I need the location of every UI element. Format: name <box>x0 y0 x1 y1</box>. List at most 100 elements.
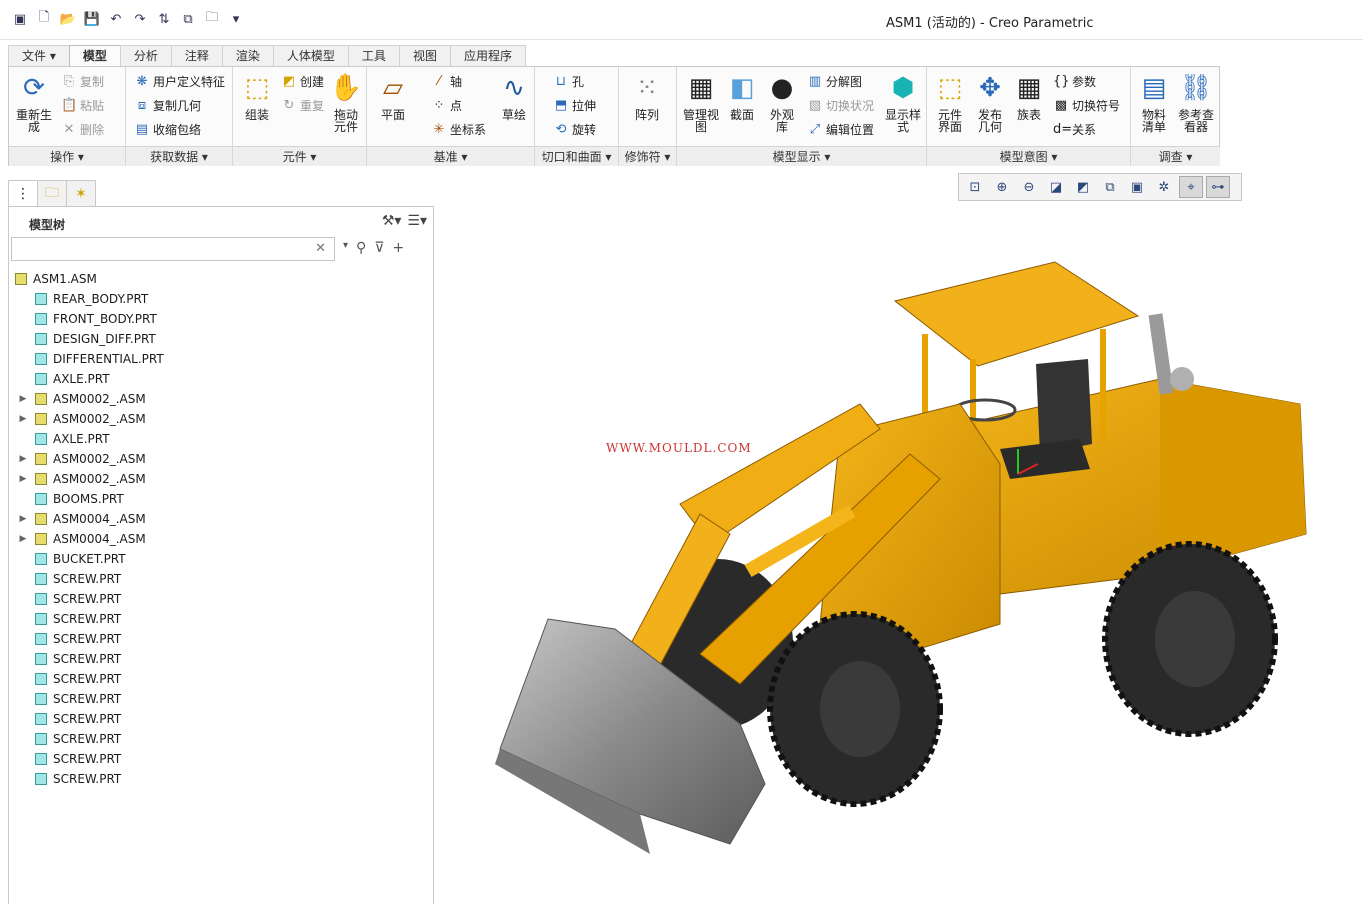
group-label-modifiers[interactable]: 修饰符 ▾ <box>619 146 676 166</box>
group-label-model-display[interactable]: 模型显示 ▾ <box>677 146 926 166</box>
tab-8[interactable]: 应用程序 <box>449 45 526 66</box>
family-table-button[interactable]: ▦ 族表 <box>1011 71 1047 121</box>
component-interface-button[interactable]: ⬚ 元件界面 <box>931 71 969 133</box>
redo-icon[interactable]: ↷ <box>130 9 150 29</box>
section-button[interactable]: ◧ 截面 <box>725 71 759 121</box>
expand-arrow-icon[interactable]: ▶ <box>17 474 29 484</box>
customize-qat-icon[interactable]: ▾ <box>226 9 246 29</box>
tab-7[interactable]: 视图 <box>398 45 451 66</box>
group-label-operations[interactable]: 操作 ▾ <box>9 146 125 166</box>
tree-row[interactable]: BUCKET.PRT <box>9 549 433 569</box>
toggle-symbols-button[interactable]: ▩ 切换符号 <box>1053 97 1120 114</box>
revolve-button[interactable]: ⟲ 旋转 <box>553 121 596 138</box>
parameters-button[interactable]: {} 参数 <box>1053 73 1096 90</box>
tab-3[interactable]: 注释 <box>170 45 223 66</box>
group-label-cuts-surfaces[interactable]: 切口和曲面 ▾ <box>535 146 618 166</box>
save-icon[interactable]: 💾 <box>82 9 102 29</box>
copy-geometry-button[interactable]: ⧈ 复制几何 <box>134 97 201 114</box>
tree-row[interactable]: SCREW.PRT <box>9 649 433 669</box>
tree-row[interactable]: SCREW.PRT <box>9 569 433 589</box>
annotation-display-icon[interactable]: ⊶ <box>1206 176 1230 198</box>
copy-button[interactable]: ⎘ 复制 <box>61 73 104 90</box>
close-window-icon[interactable]: 🗀 <box>202 9 222 29</box>
exploded-view-button[interactable]: ▥ 分解图 <box>807 73 862 90</box>
tree-row[interactable]: SCREW.PRT <box>9 769 433 789</box>
dropdown-icon[interactable]: ▾ <box>343 240 348 256</box>
delete-button[interactable]: ✕ 删除 <box>61 121 104 138</box>
tree-row[interactable]: SCREW.PRT <box>9 709 433 729</box>
reference-viewer-button[interactable]: ⛓ 参考查看器 <box>1175 71 1217 133</box>
zoom-out-icon[interactable]: ⊖ <box>1017 176 1041 198</box>
edit-position-button[interactable]: ⤢ 编辑位置 <box>807 121 874 138</box>
plane-button[interactable]: ▱ 平面 <box>375 71 411 121</box>
toggle-status-button[interactable]: ▧ 切换状况 <box>807 97 874 114</box>
extrude-button[interactable]: ⬒ 拉伸 <box>553 97 596 114</box>
tree-row[interactable]: REAR_BODY.PRT <box>9 289 433 309</box>
tab-4[interactable]: 渲染 <box>221 45 274 66</box>
search-input[interactable]: ✕ <box>11 237 335 261</box>
favorites-tab[interactable]: ✶ <box>66 180 96 207</box>
tree-row[interactable]: ▶ ASM0002_.ASM <box>9 449 433 469</box>
tree-row[interactable]: ▶ ASM0002_.ASM <box>9 409 433 429</box>
tree-row[interactable]: ▶ ASM0004_.ASM <box>9 509 433 529</box>
expand-arrow-icon[interactable]: ▶ <box>17 454 29 464</box>
expand-arrow-icon[interactable]: ▶ <box>17 534 29 544</box>
tab-5[interactable]: 人体模型 <box>272 45 349 66</box>
paste-button[interactable]: 📋 粘贴 <box>61 97 104 114</box>
shrinkwrap-button[interactable]: ▤ 收缩包络 <box>134 121 201 138</box>
tree-row[interactable]: SCREW.PRT <box>9 689 433 709</box>
manage-views-button[interactable]: ▦ 管理视图 <box>681 71 721 133</box>
refit-icon[interactable]: ⊡ <box>963 176 987 198</box>
clear-search-icon[interactable]: ✕ <box>315 241 326 256</box>
tree-row[interactable]: SCREW.PRT <box>9 589 433 609</box>
tree-row[interactable]: SCREW.PRT <box>9 609 433 629</box>
tree-row[interactable]: ▶ ASM0002_.ASM <box>9 389 433 409</box>
tab-1[interactable]: 模型 <box>68 45 121 67</box>
tree-row[interactable]: SCREW.PRT <box>9 669 433 689</box>
repaint-icon[interactable]: ◪ <box>1044 176 1068 198</box>
folder-browser-tab[interactable]: 🗀 <box>37 180 67 207</box>
open-folder-icon[interactable]: 📂 <box>58 9 78 29</box>
drag-component-button[interactable]: ✋ 拖动元件 <box>329 71 363 133</box>
group-label-component[interactable]: 元件 ▾ <box>233 146 366 166</box>
spin-center-icon[interactable]: ⌖ <box>1179 176 1203 198</box>
group-label-datum[interactable]: 基准 ▾ <box>367 146 534 166</box>
relations-button[interactable]: d= 关系 <box>1053 121 1096 138</box>
publish-geometry-button[interactable]: ✥ 发布几何 <box>971 71 1009 133</box>
csys-button[interactable]: ✳ 坐标系 <box>431 121 486 138</box>
new-file-icon[interactable]: 🗋 <box>34 9 54 29</box>
udf-button[interactable]: ❋ 用户定义特征 <box>134 73 225 90</box>
tab-6[interactable]: 工具 <box>347 45 400 66</box>
repeat-button[interactable]: ↻ 重复 <box>281 97 324 114</box>
expand-arrow-icon[interactable]: ▶ <box>17 414 29 424</box>
tree-row[interactable]: DESIGN_DIFF.PRT <box>9 329 433 349</box>
zoom-in-icon[interactable]: ⊕ <box>990 176 1014 198</box>
tree-row[interactable]: AXLE.PRT <box>9 429 433 449</box>
display-style-toolbar-icon[interactable]: ◩ <box>1071 176 1095 198</box>
filter-icon[interactable]: ⊽ <box>374 240 384 256</box>
tree-row[interactable]: AXLE.PRT <box>9 369 433 389</box>
undo-icon[interactable]: ↶ <box>106 9 126 29</box>
sketch-button[interactable]: ∿ 草绘 <box>497 71 531 121</box>
show-icon[interactable]: ☰▾ <box>407 213 427 229</box>
axis-button[interactable]: ⁄ 轴 <box>431 73 462 90</box>
tree-row[interactable]: ASM1.ASM <box>9 269 433 289</box>
datum-display-icon[interactable]: ✲ <box>1152 176 1176 198</box>
point-button[interactable]: ⁘ 点 <box>431 97 462 114</box>
expand-arrow-icon[interactable]: ▶ <box>17 514 29 524</box>
bom-button[interactable]: ▤ 物料清单 <box>1135 71 1173 133</box>
tree-row[interactable]: FRONT_BODY.PRT <box>9 309 433 329</box>
app-icon[interactable]: ▣ <box>10 9 30 29</box>
tree-row[interactable]: ▶ ASM0004_.ASM <box>9 529 433 549</box>
tree-row[interactable]: BOOMS.PRT <box>9 489 433 509</box>
view-manager-icon[interactable]: ▣ <box>1125 176 1149 198</box>
pattern-button[interactable]: ⁙ 阵列 <box>629 71 665 121</box>
assemble-button[interactable]: ⬚ 组装 <box>239 71 275 121</box>
tree-row[interactable]: SCREW.PRT <box>9 749 433 769</box>
tree-row[interactable]: SCREW.PRT <box>9 729 433 749</box>
tab-0[interactable]: 文件 ▾ <box>8 45 70 66</box>
windows-icon[interactable]: ⧉ <box>178 9 198 29</box>
appearance-gallery-button[interactable]: ● 外观库 <box>765 71 799 133</box>
binoculars-icon[interactable]: ⚲ <box>356 240 366 256</box>
group-label-model-intent[interactable]: 模型意图 ▾ <box>927 146 1130 166</box>
